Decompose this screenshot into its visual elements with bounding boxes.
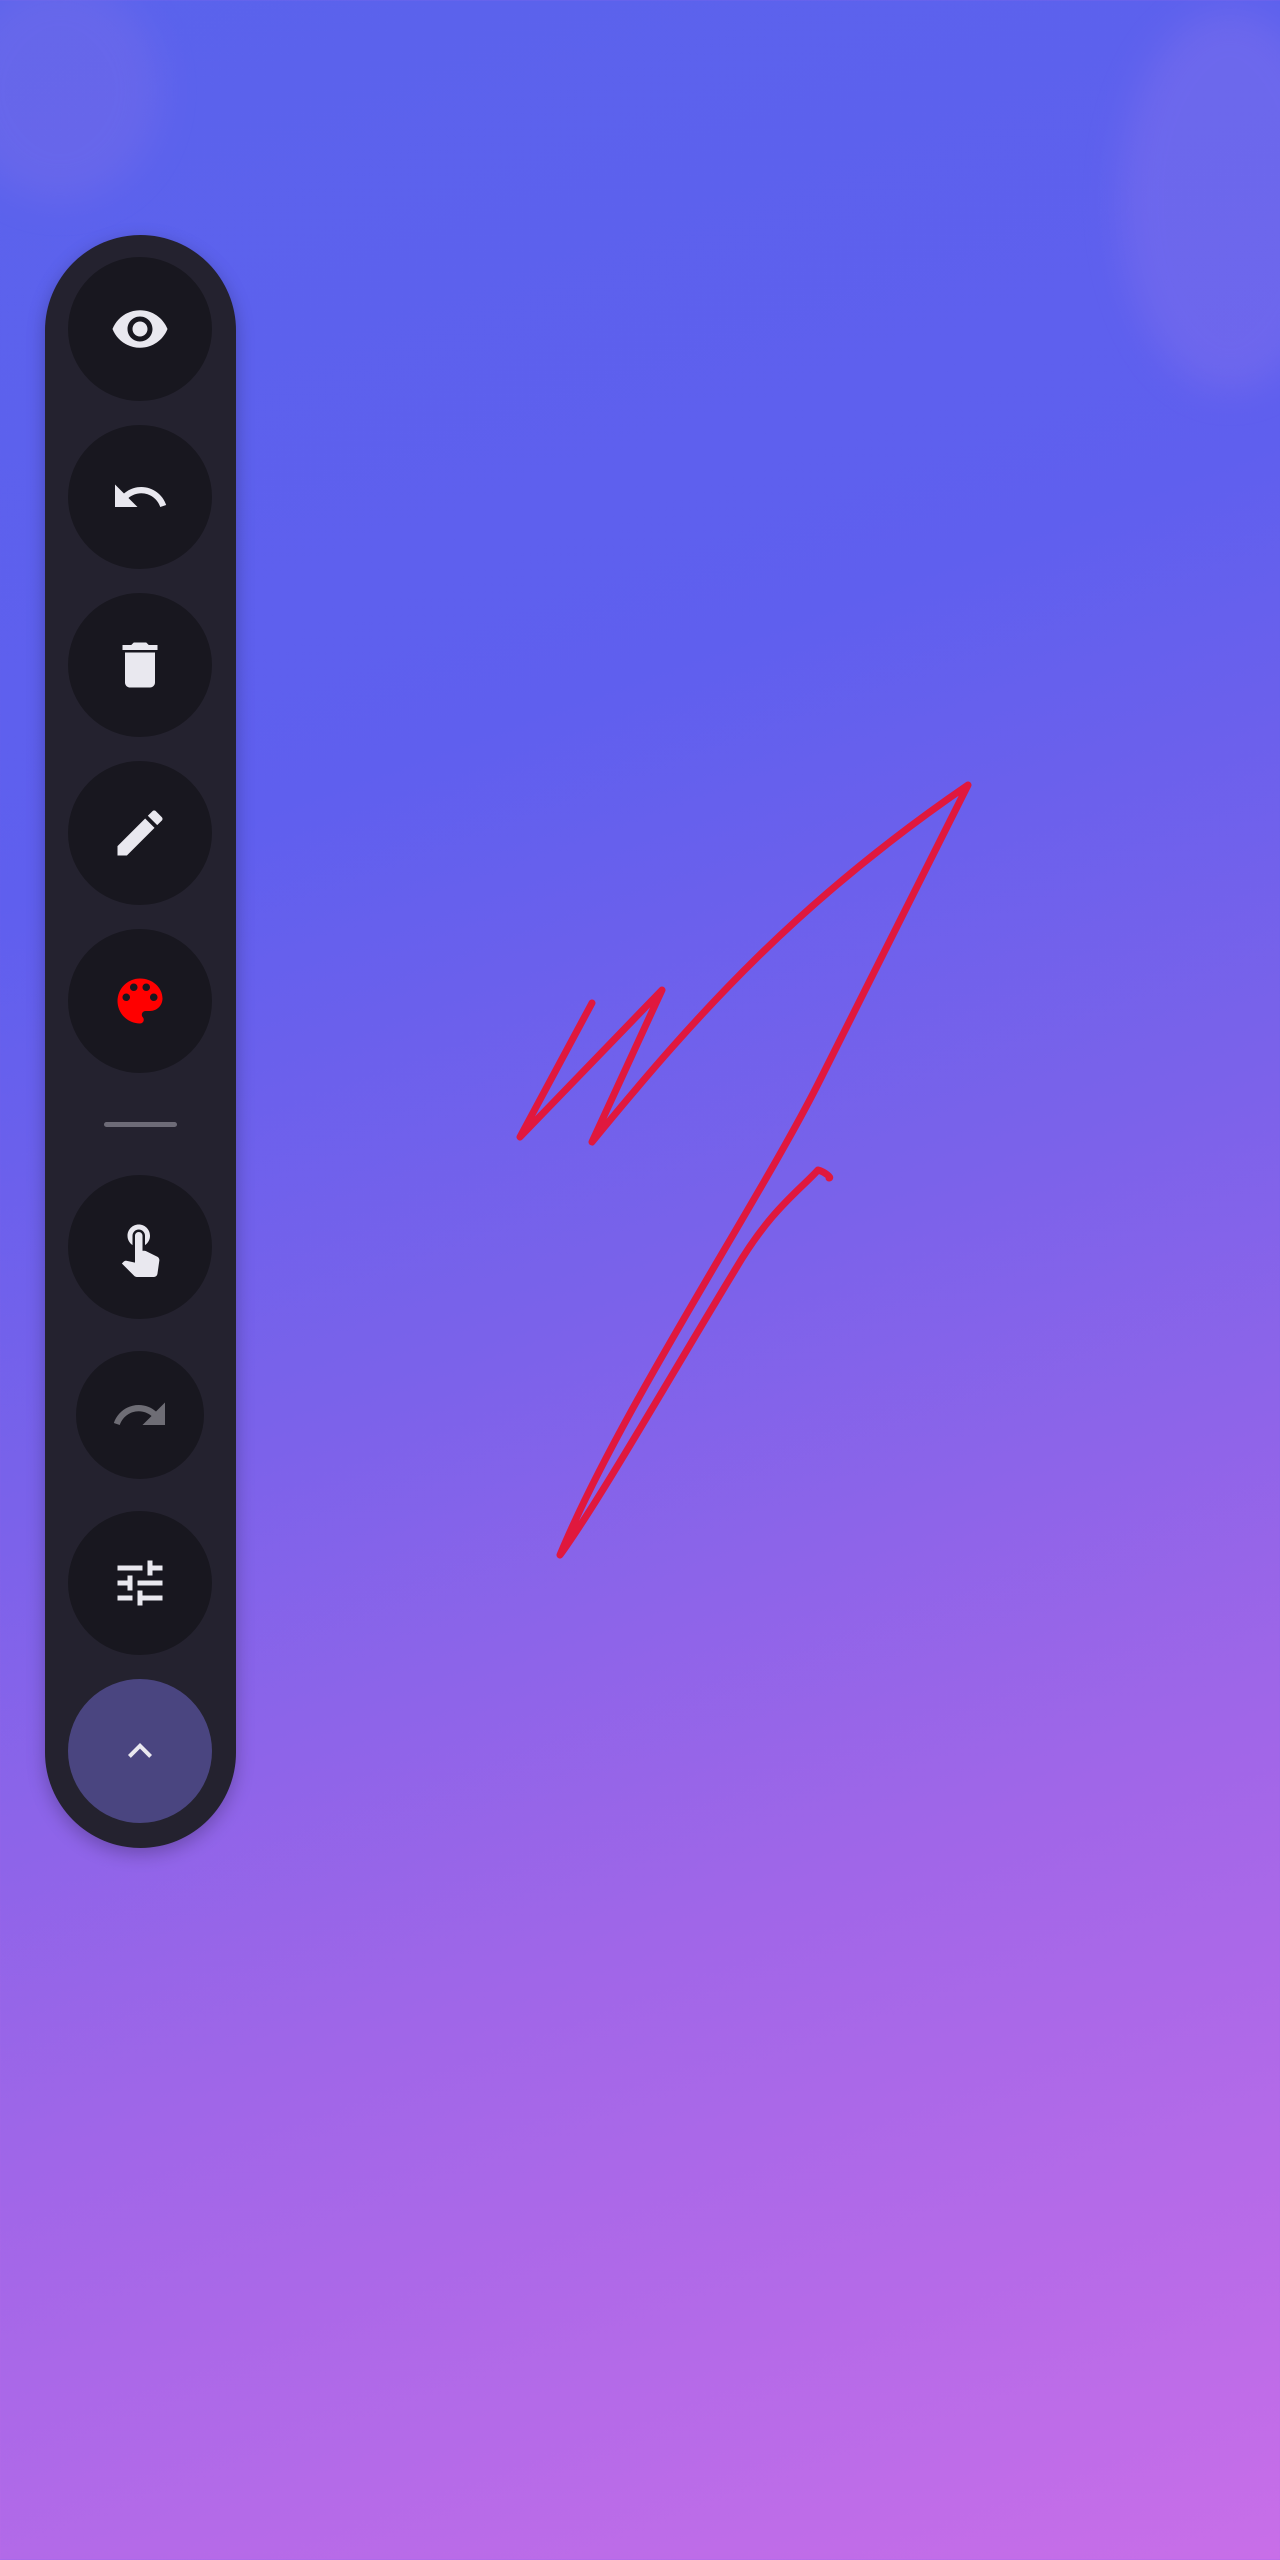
toolbar-divider <box>104 1122 177 1127</box>
redo-button[interactable] <box>76 1351 204 1479</box>
collapse-toolbar-button[interactable] <box>68 1679 212 1823</box>
eye-icon <box>112 310 168 348</box>
sliders-icon <box>117 1560 163 1606</box>
touch-hand-icon <box>121 1224 160 1277</box>
color-picker-button[interactable] <box>68 929 212 1073</box>
settings-button[interactable] <box>68 1511 212 1655</box>
palette-icon <box>117 978 163 1024</box>
trash-icon <box>122 642 158 688</box>
undo-button[interactable] <box>68 425 212 569</box>
ink-stroke <box>516 781 972 1559</box>
pencil-icon <box>117 810 163 856</box>
delete-button[interactable] <box>68 593 212 737</box>
redo-icon <box>113 1402 165 1425</box>
toggle-visibility-button[interactable] <box>68 257 212 401</box>
floating-toolbar <box>45 235 236 1848</box>
pen-tool-button[interactable] <box>68 761 212 905</box>
touch-mode-button[interactable] <box>68 1175 212 1319</box>
undo-icon <box>115 484 167 507</box>
chevron-up-icon <box>128 1743 152 1758</box>
